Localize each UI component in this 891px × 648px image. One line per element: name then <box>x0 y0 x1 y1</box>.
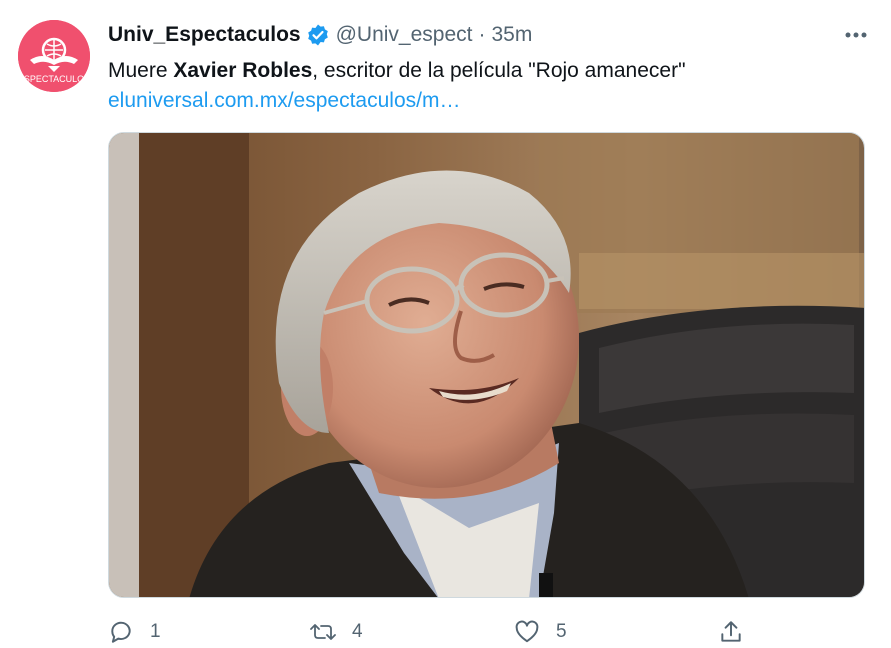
tweet-actions: 1 4 5 <box>100 612 760 648</box>
share-action[interactable] <box>710 612 752 648</box>
header-separator: · <box>478 23 486 46</box>
tweet-text-suffix: , escritor de la película "Rojo amanecer… <box>312 59 686 82</box>
timestamp[interactable]: 35m <box>491 23 532 47</box>
tweet-text-prefix: Muere <box>108 59 174 82</box>
tweet-text: Muere Xavier Robles, escritor de la pelí… <box>108 56 867 86</box>
tweet-header: Univ_Espectaculos @Univ_espect · 35m <box>108 20 871 50</box>
tweet-text-bold: Xavier Robles <box>173 59 313 82</box>
tweet-photo[interactable] <box>108 132 865 598</box>
avatar-text: ESPECTACULOS <box>18 74 90 84</box>
user-handle[interactable]: @Univ_espect <box>336 23 473 47</box>
display-name[interactable]: Univ_Espectaculos <box>108 23 301 47</box>
like-action[interactable]: 5 <box>506 612 567 648</box>
like-count: 5 <box>556 621 567 642</box>
retweet-icon[interactable] <box>302 612 344 648</box>
retweet-action[interactable]: 4 <box>302 612 363 648</box>
article-link[interactable]: eluniversal.com.mx/espectaculos/m… <box>108 86 460 116</box>
like-heart-icon[interactable] <box>506 612 548 648</box>
tweet-card[interactable]: ESPECTACULOS Univ_Espectaculos @Univ_esp… <box>0 0 891 648</box>
verified-badge-icon <box>306 23 330 47</box>
avatar[interactable]: ESPECTACULOS <box>18 20 90 92</box>
more-options-icon[interactable] <box>841 24 871 46</box>
reply-action[interactable]: 1 <box>100 612 161 648</box>
reply-count: 1 <box>150 621 161 642</box>
share-icon[interactable] <box>710 612 752 648</box>
reply-icon[interactable] <box>100 612 142 648</box>
retweet-count: 4 <box>352 621 363 642</box>
